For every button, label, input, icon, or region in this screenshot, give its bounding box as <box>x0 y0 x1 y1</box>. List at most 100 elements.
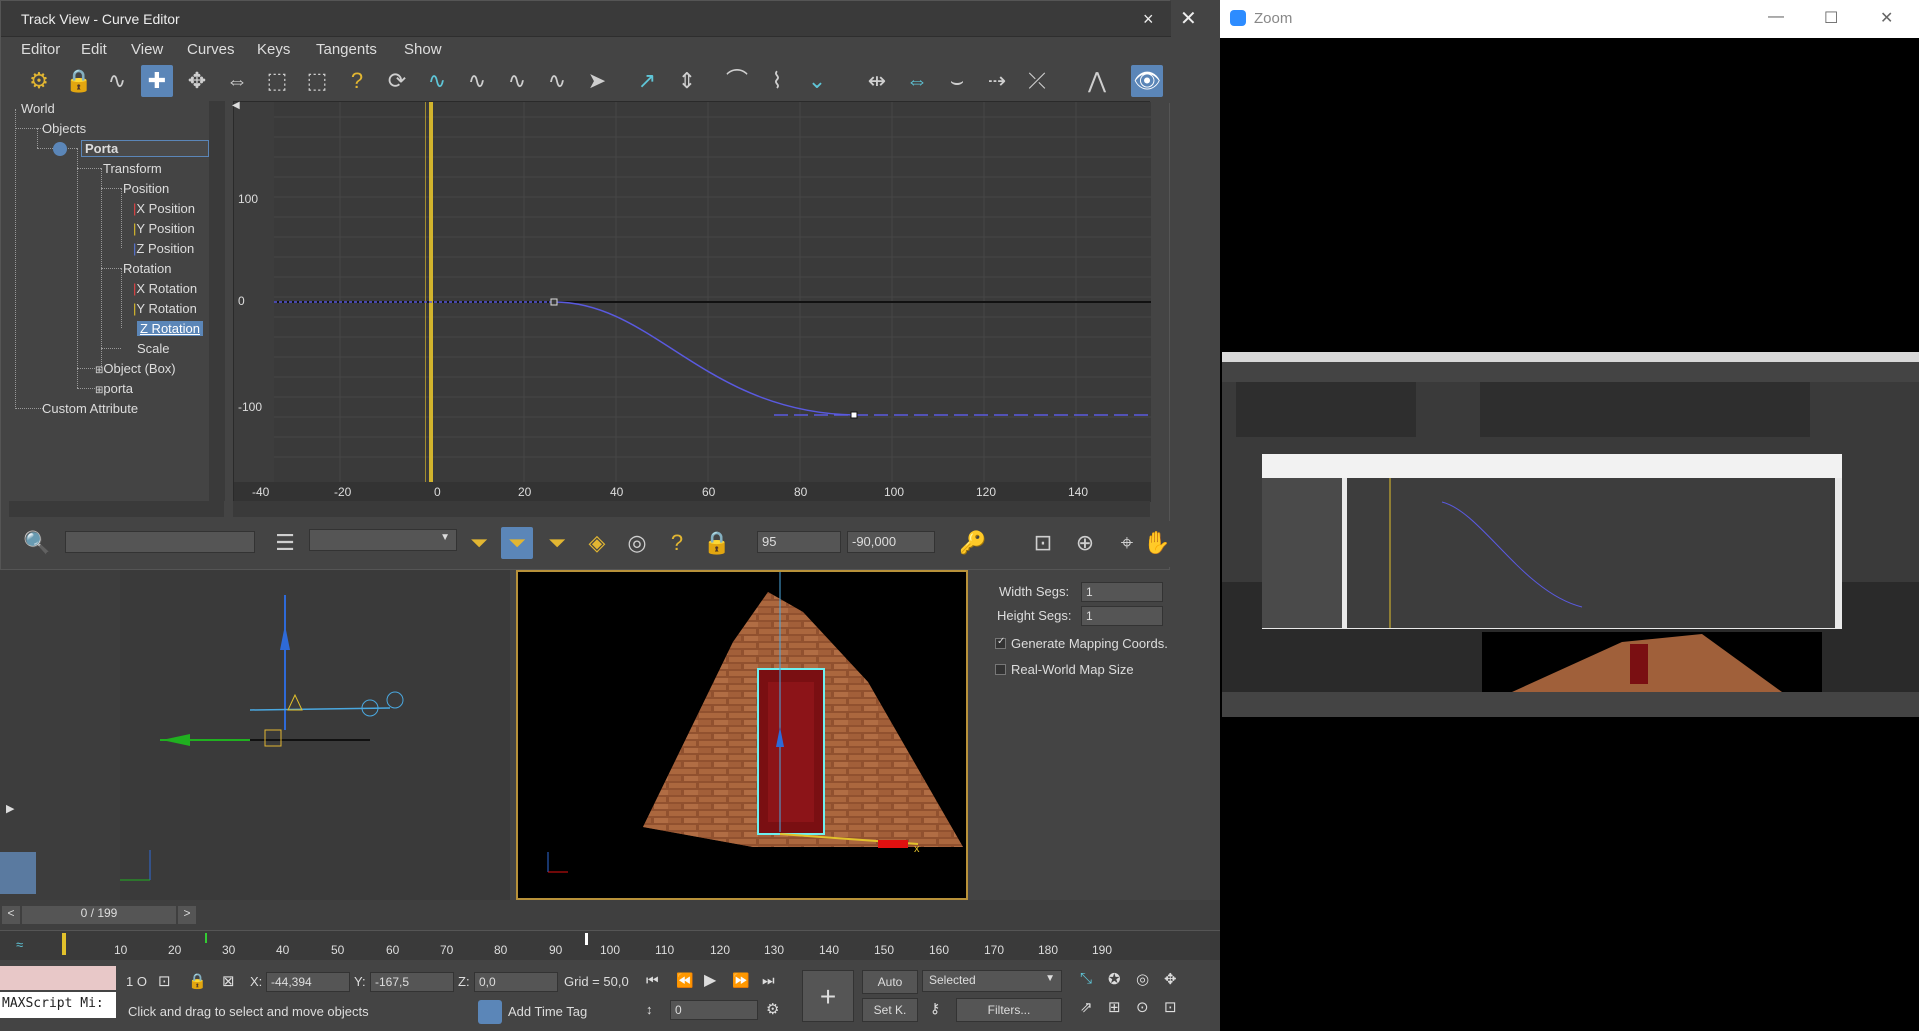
snap-icon[interactable]: ∿ <box>101 65 133 97</box>
isolate-icon[interactable]: ⊡ <box>158 972 171 990</box>
help-icon[interactable]: ? <box>661 527 693 559</box>
frame-value-icon[interactable]: ⇕ <box>671 65 703 97</box>
timeline[interactable]: ≈ 10 20 30 40 50 60 70 80 90 100 110 120… <box>0 930 1220 960</box>
zoom-titlebar[interactable]: Zoom — ☐ ✕ <box>1220 0 1919 38</box>
curve-editor-toggle-icon[interactable]: ≈ <box>16 937 23 952</box>
tangent-linear-icon[interactable]: ⌣ <box>941 65 973 97</box>
filter-input[interactable] <box>65 531 255 553</box>
current-frame-field[interactable]: 0 <box>670 1000 758 1020</box>
tangent-smooth-icon[interactable]: ⇢ <box>981 65 1013 97</box>
prev-frame-icon[interactable]: ⏪ <box>676 972 693 989</box>
tree-world[interactable]: World <box>21 101 55 116</box>
tree-z-position[interactable]: |Z Position <box>133 241 194 256</box>
frame-all-icon[interactable]: ↗ <box>631 65 663 97</box>
hand-icon[interactable]: ✋ <box>1141 527 1173 559</box>
zoom-region-view-icon[interactable]: ⊙ <box>1136 998 1149 1016</box>
menu-curves[interactable]: Curves <box>187 41 235 58</box>
tree-position[interactable]: Position <box>123 181 169 196</box>
tangent-auto-icon[interactable]: ⌒ <box>721 65 753 97</box>
filter-selected-icon[interactable]: ⏷ <box>463 527 495 559</box>
selection-lock-icon[interactable]: 🔒 <box>188 972 207 990</box>
time-tag-icon[interactable] <box>478 1000 502 1024</box>
top-viewport[interactable] <box>120 570 510 900</box>
tree-objects[interactable]: Objects <box>42 121 86 136</box>
maxscript-mini-input[interactable]: MAXScript Mi: <box>0 992 116 1018</box>
maximize-viewport-icon[interactable]: ⊞ <box>1108 998 1121 1016</box>
tree-y-position[interactable]: |Y Position <box>133 221 195 236</box>
menu-editor[interactable]: Editor <box>21 41 60 58</box>
maxscript-listener[interactable] <box>0 966 116 990</box>
play-icon[interactable]: ▶ <box>6 802 14 815</box>
gen-mapping-checkbox[interactable]: ✓ <box>995 636 1006 649</box>
walk-icon[interactable]: ⇗ <box>1080 998 1093 1016</box>
menu-show[interactable]: Show <box>404 41 442 58</box>
zoom-extents-icon[interactable]: ⤡ <box>1080 970 1092 987</box>
select-icon[interactable]: ➤ <box>581 65 613 97</box>
tree-z-rotation[interactable]: Z Rotation <box>137 321 203 336</box>
tree-y-rotation[interactable]: |Y Rotation <box>133 301 197 316</box>
maximize-button[interactable]: ☐ <box>1824 8 1838 28</box>
graph-collapse-icon[interactable]: ◀ <box>232 100 240 111</box>
filter-icon[interactable]: ⚙ <box>23 65 55 97</box>
time-prev-button[interactable]: < <box>2 906 20 924</box>
add-key-icon[interactable]: ✚ <box>141 65 173 97</box>
set-key-button[interactable]: Set K. <box>862 998 918 1022</box>
slide-keys-icon[interactable]: ⇔ <box>221 65 253 97</box>
region-tool-icon[interactable]: ? <box>341 65 373 97</box>
zoom-icon[interactable]: ⊕ <box>1069 527 1101 559</box>
track-view-titlebar[interactable]: Track View - Curve Editor × <box>1 1 1171 37</box>
curve-tool-b-icon[interactable]: ∿ <box>501 65 533 97</box>
tangent-spline-icon[interactable]: ⌇ <box>761 65 793 97</box>
tree-custom-attribute[interactable]: Custom Attribute <box>42 401 138 416</box>
tree-scale[interactable]: Scale <box>137 341 170 356</box>
minimize-button[interactable]: — <box>1768 8 1784 26</box>
zoom-region-icon[interactable]: ⌖ <box>1111 527 1143 559</box>
tangent-step-icon[interactable]: ⇔ <box>901 65 933 97</box>
refresh-icon[interactable]: ◎ <box>621 527 653 559</box>
selection-dropdown[interactable]: ▼ <box>309 529 457 551</box>
scale-keys-icon[interactable]: ⬚ <box>261 65 293 97</box>
lock-tangents-icon[interactable]: ⤫ <box>1021 65 1053 97</box>
layer-icon[interactable]: ◈ <box>581 527 613 559</box>
orbit-icon[interactable]: ✪ <box>1108 970 1121 988</box>
goto-start-icon[interactable]: ⏮ <box>646 972 659 989</box>
key-filter-icon[interactable]: ⚷ <box>930 1000 940 1017</box>
show-keys-icon[interactable]: ⋀ <box>1081 65 1113 97</box>
tree-transform[interactable]: Transform <box>103 161 162 176</box>
next-frame-icon[interactable]: ⏩ <box>732 972 749 989</box>
tangent-slow-icon[interactable]: ⇹ <box>861 65 893 97</box>
tree-vertical-scrollbar[interactable] <box>209 101 225 501</box>
filter-animated-icon[interactable]: ⏷ <box>501 527 533 559</box>
graph-horizontal-scrollbar[interactable] <box>233 501 1150 517</box>
time-config-icon[interactable]: ⚙ <box>766 1000 779 1018</box>
real-world-checkbox[interactable] <box>995 664 1006 675</box>
lock-selection-icon[interactable]: 🔒 <box>701 527 733 559</box>
scale-values-icon[interactable]: ⬚ <box>301 65 333 97</box>
curve-tool-a-icon[interactable]: ∿ <box>461 65 493 97</box>
pan-view-icon[interactable]: ✥ <box>1164 970 1177 988</box>
width-segs-spinner[interactable]: 1 <box>1081 582 1163 602</box>
tree-horizontal-scrollbar[interactable] <box>9 501 224 517</box>
menu-view[interactable]: View <box>131 41 163 58</box>
pan-icon[interactable]: ⊡ <box>1027 527 1059 559</box>
filters-button[interactable]: Filters... <box>956 998 1062 1022</box>
draw-curves-icon[interactable]: ∿ <box>421 65 453 97</box>
close-button[interactable]: ✕ <box>1880 8 1893 28</box>
close-icon[interactable]: × <box>1143 9 1154 30</box>
tree-x-position[interactable]: |X Position <box>133 201 195 216</box>
x-coord-field[interactable]: -44,394 <box>266 972 350 992</box>
tree-object-box[interactable]: ⊞Object (Box) <box>95 361 176 376</box>
time-next-button[interactable]: > <box>178 906 196 924</box>
curve-tool-c-icon[interactable]: ∿ <box>541 65 573 97</box>
tree-rotation[interactable]: Rotation <box>123 261 171 276</box>
tree-x-rotation[interactable]: |X Rotation <box>133 281 197 296</box>
fov-icon[interactable]: ◎ <box>1136 970 1149 988</box>
add-time-tag[interactable]: Add Time Tag <box>508 1004 587 1019</box>
time-slider[interactable]: < 0 / 199 > <box>0 900 1220 930</box>
key-mode-icon[interactable]: ↕ <box>646 1002 653 1017</box>
tangent-fast-icon[interactable]: ⌄ <box>801 65 833 97</box>
move-keys-icon[interactable]: ✥ <box>181 65 213 97</box>
viewport-layout-icon[interactable] <box>0 852 36 894</box>
graph-vertical-scrollbar[interactable] <box>1151 101 1169 501</box>
curve-graph[interactable]: ◀ 100 0 -100 -40 -20 0 20 40 60 80 100 1… <box>232 100 1151 502</box>
